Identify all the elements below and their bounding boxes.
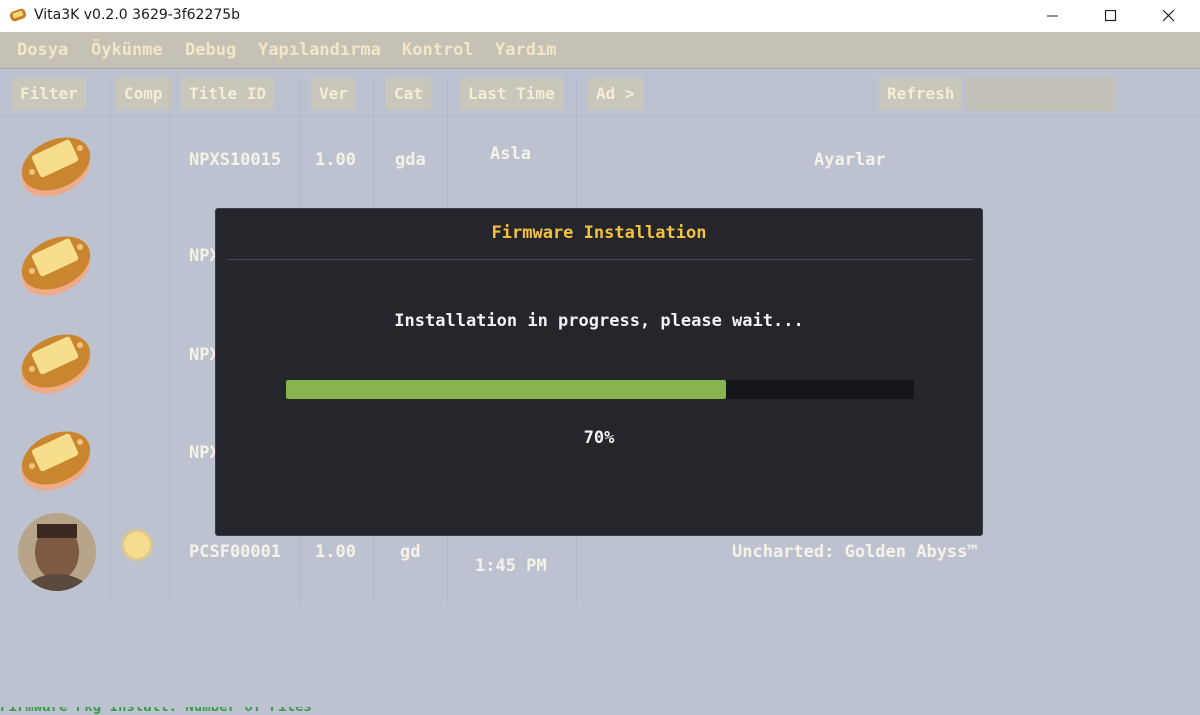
ver-cell: 1.00 — [315, 542, 356, 562]
last-time-cell: 1:45 PM — [475, 556, 547, 576]
title-id-cell: NPXS10015 — [189, 150, 282, 170]
firmware-install-dialog: Firmware Installation Installation in pr… — [215, 208, 983, 536]
game-cover-icon — [18, 513, 96, 591]
name-column-header[interactable]: Ad > — [588, 78, 643, 110]
name-cell: Ayarlar — [814, 150, 886, 170]
compat-status-dot — [121, 529, 153, 561]
psvita-console-icon — [21, 431, 91, 491]
header-divider — [0, 115, 1200, 116]
minimize-button[interactable] — [1024, 0, 1082, 32]
last-time-cell: Asla — [490, 144, 531, 164]
dialog-title: Firmware Installation — [491, 223, 707, 243]
menu-dosya[interactable]: Dosya — [17, 40, 68, 60]
cat-cell: gd — [400, 542, 421, 562]
psvita-console-icon — [21, 334, 91, 394]
window-title: Vita3K v0.2.0 3629-3f62275b — [34, 7, 241, 23]
minimize-icon — [1047, 15, 1058, 17]
column-divider — [110, 78, 111, 604]
cat-cell: gda — [395, 150, 426, 170]
dialog-divider — [228, 259, 972, 260]
search-input[interactable] — [966, 78, 1115, 111]
title-id-column-header[interactable]: Title ID — [181, 78, 275, 110]
ver-column-header[interactable]: Ver — [311, 78, 356, 110]
maximize-icon — [1105, 10, 1117, 22]
comp-column-header[interactable]: Comp — [116, 78, 171, 110]
column-divider — [169, 78, 170, 604]
close-button[interactable] — [1140, 0, 1198, 32]
close-icon — [1163, 10, 1175, 22]
psvita-console-icon — [21, 236, 91, 296]
title-id-cell: PCSF00001 — [189, 542, 282, 562]
psvita-console-icon — [21, 137, 91, 197]
progress-bar — [286, 380, 914, 399]
vita3k-logo-icon — [9, 8, 27, 22]
menu-oykunme[interactable]: Öykünme — [91, 40, 163, 60]
ver-cell: 1.00 — [315, 150, 356, 170]
name-cell: Uncharted: Golden Abyss™ — [732, 542, 978, 562]
progress-percent: 70% — [583, 428, 615, 448]
progress-bar-fill — [286, 380, 726, 399]
refresh-button[interactable]: Refresh — [879, 78, 963, 110]
menu-yapilandirma[interactable]: Yapılandırma — [258, 40, 381, 60]
dialog-message: Installation in progress, please wait... — [394, 311, 804, 331]
maximize-button[interactable] — [1082, 0, 1140, 32]
menu-yardim[interactable]: Yardım — [495, 40, 556, 60]
window-title-bar: Vita3K v0.2.0 3629-3f62275b — [0, 0, 1200, 32]
filter-button[interactable]: Filter — [12, 78, 86, 110]
last-time-column-header[interactable]: Last Time — [460, 78, 563, 110]
cat-column-header[interactable]: Cat — [386, 78, 431, 110]
log-output: Firmware Pkg Install: Number of Files — [0, 707, 312, 715]
menu-debug[interactable]: Debug — [185, 40, 236, 60]
menu-bar: Dosya Öykünme Debug Yapılandırma Kontrol… — [0, 32, 1200, 69]
menu-kontrol[interactable]: Kontrol — [402, 40, 474, 60]
